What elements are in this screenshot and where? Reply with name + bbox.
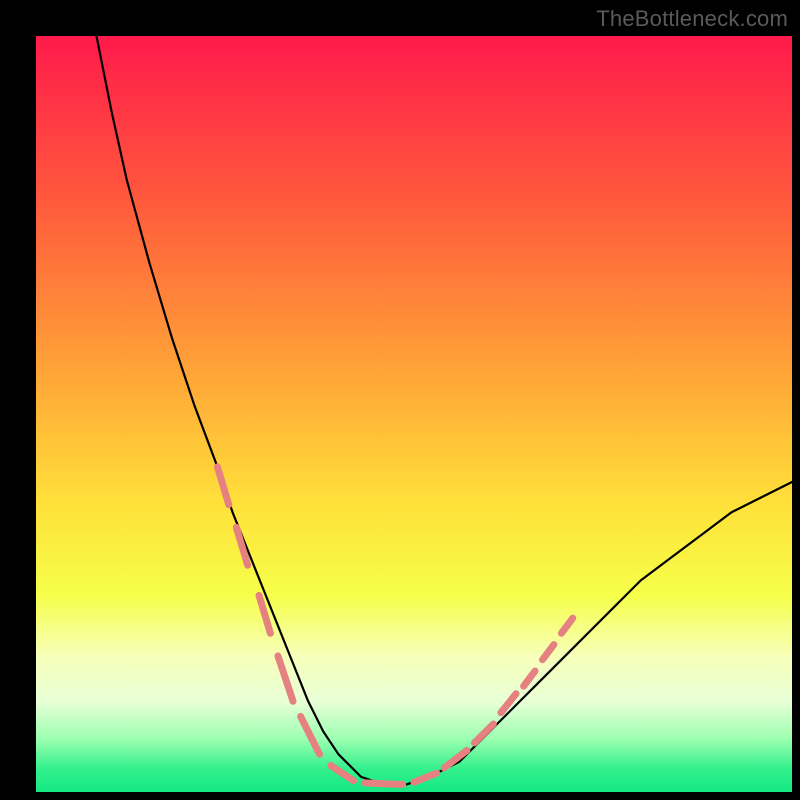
chart-frame: TheBottleneck.com: [0, 0, 800, 800]
marker-dash: [365, 783, 403, 785]
watermark-text: TheBottleneck.com: [596, 6, 788, 32]
gradient-background: [36, 36, 792, 792]
plot-area: [36, 36, 792, 792]
chart-svg: [36, 36, 792, 792]
